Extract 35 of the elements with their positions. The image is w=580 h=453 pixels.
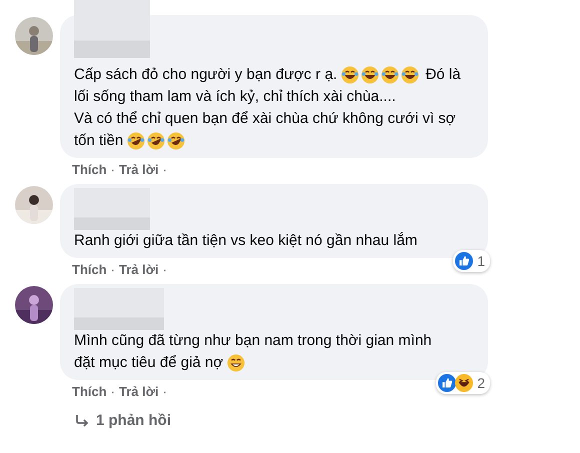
- laughing-tears-icon: [167, 132, 186, 150]
- laughing-face-icon: [455, 374, 474, 392]
- action-link[interactable]: Trả lời: [119, 262, 159, 278]
- laughing-tears-icon: [147, 132, 166, 150]
- separator-dot: ·: [162, 384, 167, 400]
- comment-text: Đó là: [424, 65, 461, 85]
- comment-text: tốn tiền: [74, 131, 124, 151]
- grinning-face-icon: [227, 354, 246, 372]
- action-link[interactable]: Trả lời: [119, 384, 159, 400]
- separator-dot: ·: [110, 162, 116, 178]
- separator-dot: ·: [162, 162, 167, 178]
- comment-text: Và có thể chỉ quen bạn để xài chùa chứ không cưới vì sợ: [74, 109, 456, 129]
- comment-text: đặt mục tiêu để giả nợ: [74, 353, 224, 373]
- comment-text: Ranh giới giữa tần tiện vs keo kiệt nó gần nhau lắm: [74, 231, 418, 251]
- comment-text: Cấp sách đỏ cho người y bạn được r ạ.: [74, 65, 338, 85]
- action-link[interactable]: Thích: [72, 262, 107, 278]
- separator-dot: ·: [110, 384, 116, 400]
- comment-text: Mình cũng đã từng như bạn nam trong thời gian mình: [74, 331, 432, 351]
- comment-text: lối sống tham lam và ích kỷ, chỉ thích xài chùa....: [74, 87, 396, 107]
- thumbs-up-icon: [455, 252, 474, 270]
- separator-dot: ·: [110, 262, 116, 278]
- laughing-tears-icon: [341, 66, 360, 84]
- laughing-tears-icon: [361, 66, 380, 84]
- laughing-tears-icon: [127, 132, 146, 150]
- separator-dot: ·: [162, 262, 167, 278]
- action-link[interactable]: Thích: [72, 162, 107, 178]
- reply-arrow-icon: [74, 413, 90, 429]
- reaction-badge[interactable]: 1: [453, 250, 490, 272]
- reaction-badge[interactable]: 2: [436, 372, 490, 394]
- laughing-tears-icon: [401, 66, 420, 84]
- action-link[interactable]: Trả lời: [119, 162, 159, 178]
- thumbs-up-icon: [438, 374, 456, 392]
- action-link[interactable]: Thích: [72, 384, 107, 400]
- laughing-tears-icon: [381, 66, 400, 84]
- replies-link[interactable]: 1 phản hồi: [74, 412, 171, 430]
